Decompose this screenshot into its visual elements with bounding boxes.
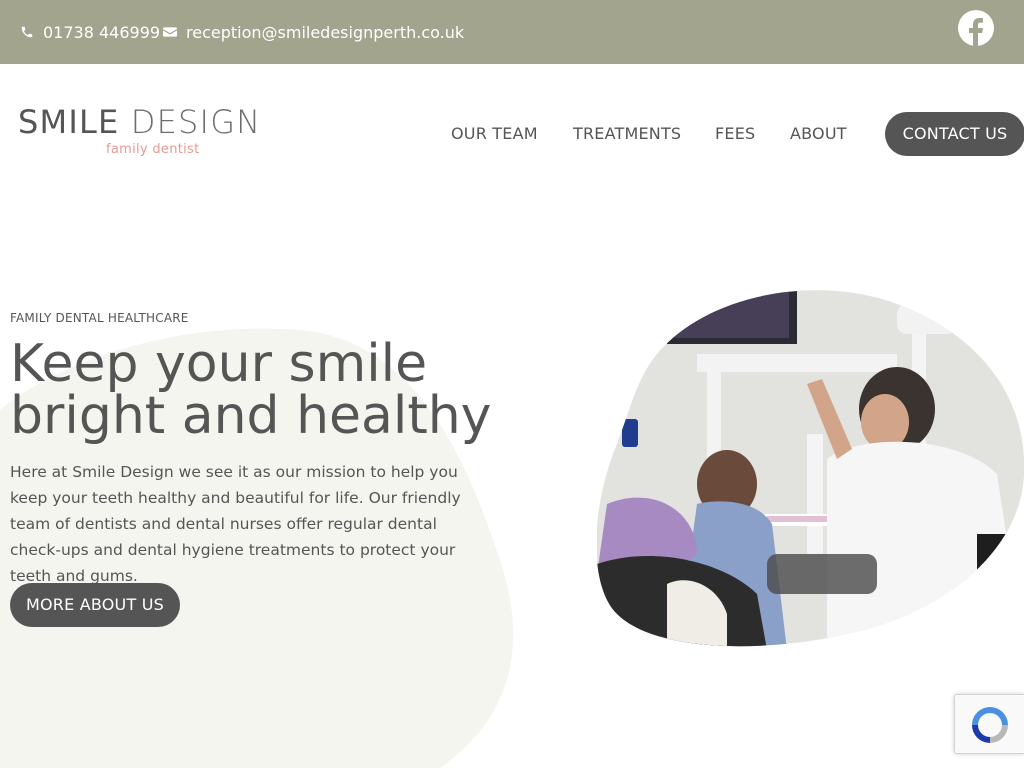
phone-link[interactable]: 01738 446999 [20, 0, 160, 64]
email-address: reception@smiledesignperth.co.uk [186, 22, 465, 42]
phone-number: 01738 446999 [43, 22, 161, 42]
contact-us-button[interactable]: CONTACT US [885, 112, 1024, 156]
logo-wordmark: SMILE DESIGN [18, 104, 261, 140]
email-link[interactable]: reception@smiledesignperth.co.uk [163, 0, 464, 64]
envelope-icon [163, 27, 177, 37]
hero-headline: Keep your smile bright and healthy [10, 334, 492, 446]
top-bar: 01738 446999 reception@smiledesignperth.… [0, 0, 1024, 64]
nav-our-team[interactable]: OUR TEAM [451, 112, 538, 156]
logo[interactable]: SMILE DESIGN family dentist [18, 104, 278, 160]
recaptcha-icon [972, 707, 1008, 743]
hero-body: Here at Smile Design we see it as our mi… [10, 463, 461, 585]
logo-tagline: family dentist [106, 142, 200, 157]
logo-word-design: DESIGN [130, 103, 262, 141]
more-about-us-button[interactable]: MORE ABOUT US [10, 583, 180, 627]
nav-treatments[interactable]: TREATMENTS [573, 112, 681, 156]
nav-fees[interactable]: FEES [715, 112, 755, 156]
phone-icon [21, 26, 33, 38]
recaptcha-badge[interactable] [954, 694, 1024, 754]
nav-about[interactable]: ABOUT [790, 112, 847, 156]
site-header: SMILE DESIGN family dentist OUR TEAM TRE… [0, 64, 1024, 204]
facebook-icon[interactable] [958, 10, 994, 46]
hero-photo-dentist [597, 290, 1024, 647]
logo-word-smile: SMILE [18, 103, 120, 141]
hero-eyebrow: FAMILY DENTAL HEALTHCARE [10, 311, 189, 325]
